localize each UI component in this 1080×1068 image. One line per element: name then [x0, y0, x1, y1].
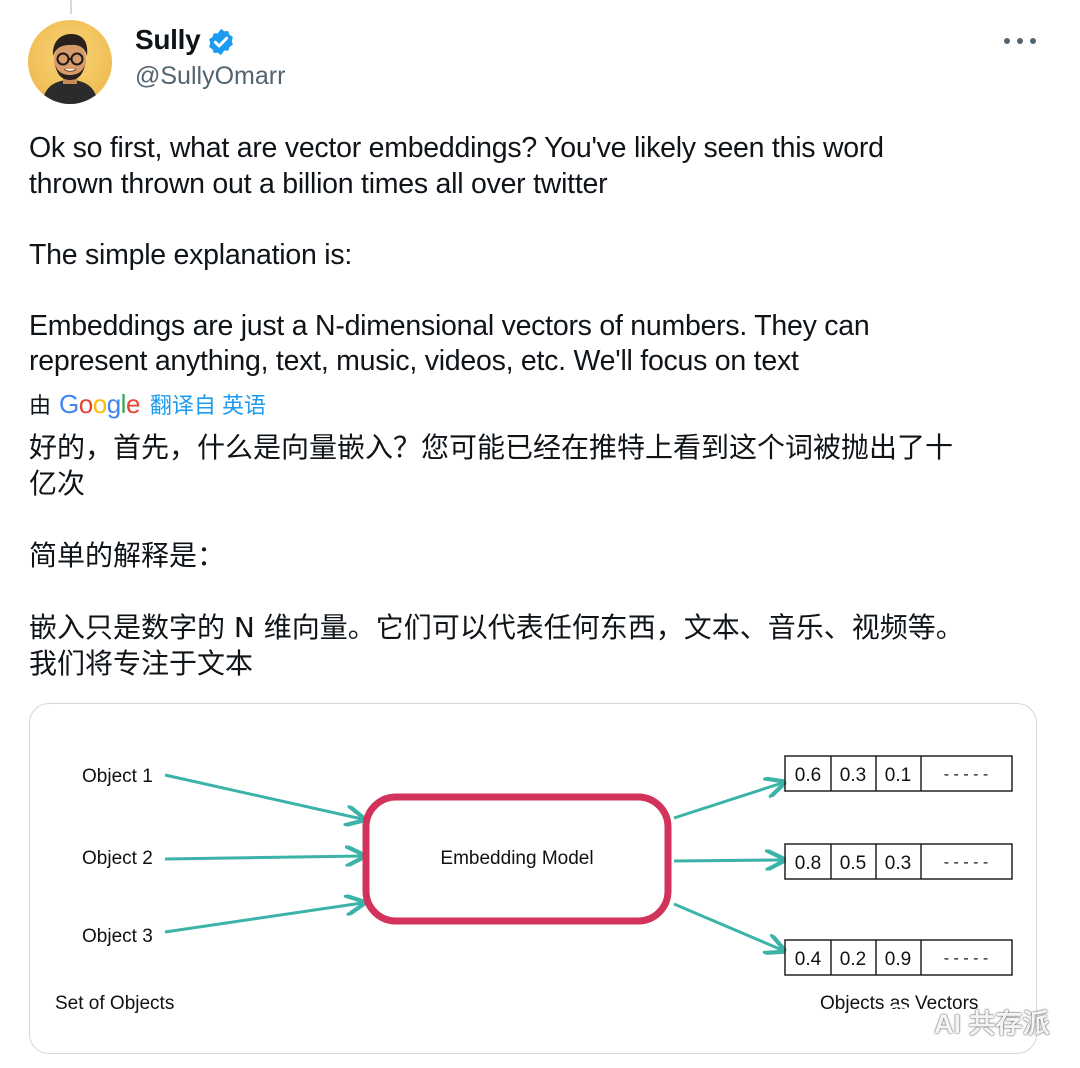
thread-connector-line [70, 0, 72, 14]
vector-1: 0.6 0.3 0.1 - - - - - [784, 755, 1013, 792]
input-object-3: Object 3 [82, 926, 153, 947]
input-object-1: Object 1 [82, 766, 153, 787]
translation-source-link[interactable]: 翻译自 英语 [150, 388, 266, 420]
google-logo: Google [59, 388, 140, 419]
verified-badge-icon[interactable] [206, 27, 236, 57]
caption-set-of-objects: Set of Objects [55, 993, 174, 1014]
vector-1-value-1: 0.6 [795, 765, 821, 786]
vector-3-value-1: 0.4 [795, 949, 822, 970]
more-options-icon[interactable] [1004, 36, 1036, 48]
vector-1-value-3: 0.1 [885, 765, 911, 786]
vector-2: 0.8 0.5 0.3 - - - - - [784, 843, 1013, 880]
translated-tweet-text: 好的，首先，什么是向量嵌入？您可能已经在推特上看到这个词被抛出了十 亿次 简单的… [29, 431, 964, 680]
output-arrow-1 [673, 783, 782, 820]
vector-2-ellipsis: - - - - - [944, 854, 988, 871]
vector-3-ellipsis: - - - - - [944, 950, 988, 967]
vector-3: 0.4 0.2 0.9 - - - - - [784, 939, 1013, 976]
input-arrow-2 [164, 856, 362, 859]
wechat-icon [881, 1004, 926, 1038]
embedding-model-label: Embedding Model [440, 848, 593, 869]
input-arrow-3 [164, 903, 362, 934]
avatar-illustration [42, 34, 98, 104]
author-name[interactable]: Sully [135, 24, 201, 56]
watermark-text: AI 共存派 [934, 1008, 1050, 1039]
vector-3-value-2: 0.2 [840, 949, 866, 970]
vector-3-value-3: 0.9 [885, 949, 911, 970]
vector-2-value-2: 0.5 [840, 853, 866, 874]
tweet-text: Ok so first, what are vector embeddings?… [29, 132, 884, 377]
vector-2-value-3: 0.3 [885, 853, 911, 874]
vector-1-ellipsis: - - - - - [944, 766, 988, 783]
input-arrow-1 [164, 773, 362, 819]
translation-attribution: 由 Google 翻译自 英语 [29, 388, 266, 420]
vector-1-value-2: 0.3 [840, 765, 866, 786]
translation-by-label: 由 [29, 393, 52, 418]
watermark: AI 共存派 [880, 1001, 1050, 1041]
avatar[interactable] [28, 20, 112, 104]
output-arrow-2 [673, 860, 782, 861]
output-arrow-3 [673, 902, 782, 950]
input-object-2: Object 2 [82, 848, 153, 869]
author-handle[interactable]: @SullyOmarr [135, 62, 285, 91]
vector-2-value-1: 0.8 [795, 853, 821, 874]
